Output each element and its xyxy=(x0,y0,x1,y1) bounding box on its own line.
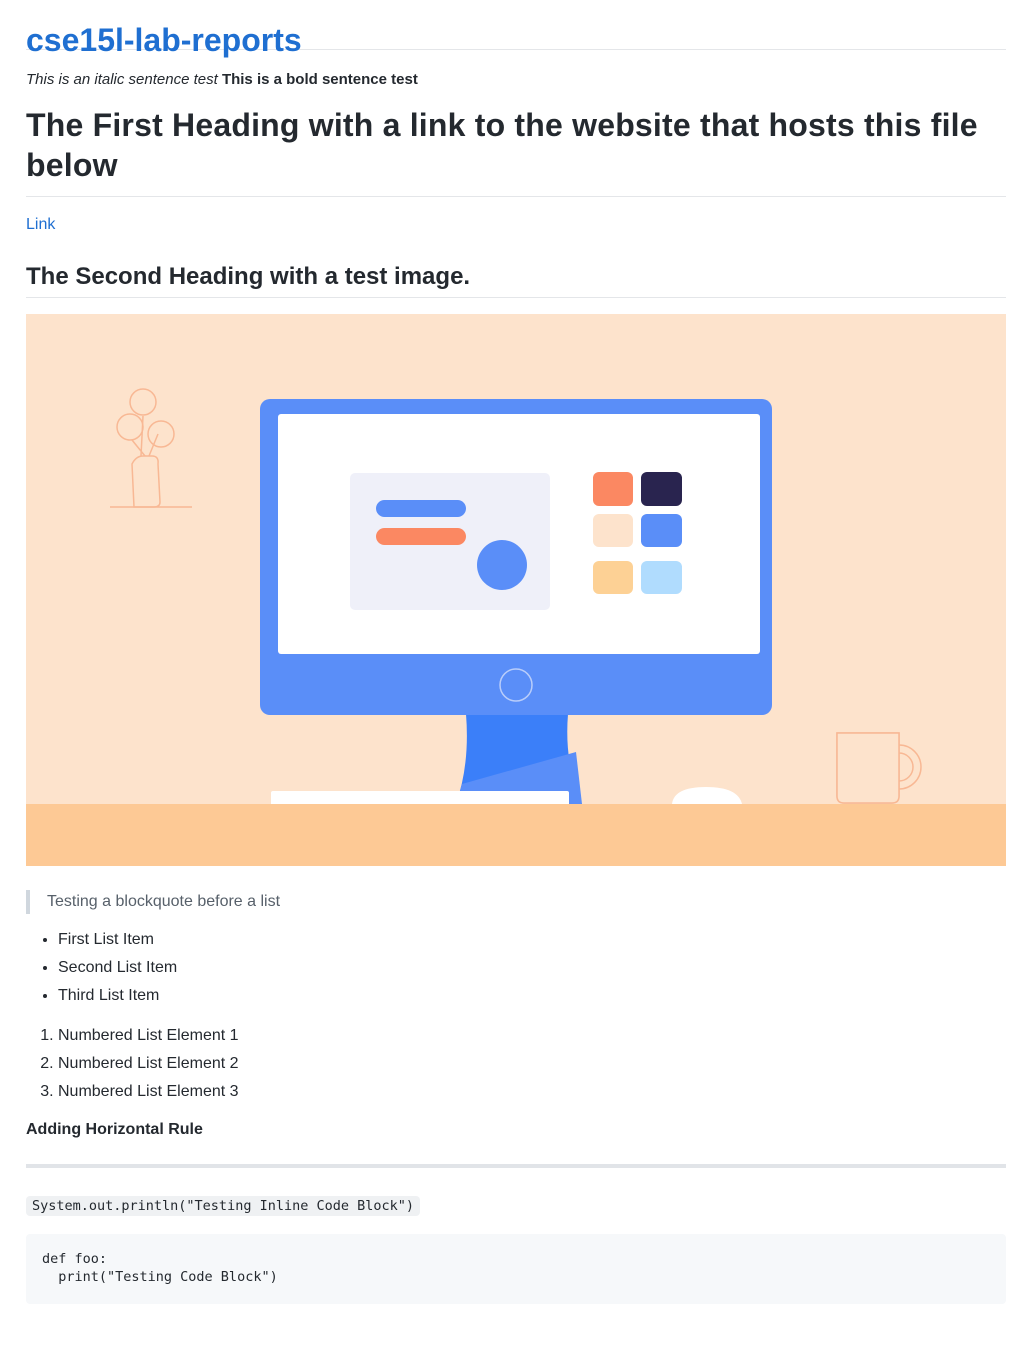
list-item: Numbered List Element 1 xyxy=(58,1022,1006,1050)
list-item: First List Item xyxy=(58,926,1006,954)
list-item: Second List Item xyxy=(58,954,1006,982)
italic-sentence: This is an italic sentence test xyxy=(26,71,218,88)
page: cse15l-lab-reports This is an italic sen… xyxy=(26,0,1006,1304)
bold-sentence: This is a bold sentence test xyxy=(221,71,418,88)
bullet-list: First List Item Second List Item Third L… xyxy=(26,926,1006,1010)
site-title-link[interactable]: cse15l-lab-reports xyxy=(26,0,1006,58)
list-item: Numbered List Element 3 xyxy=(58,1078,1006,1106)
list-item: Third List Item xyxy=(58,982,1006,1010)
horizontal-rule-caption: Adding Horizontal Rule xyxy=(26,1121,203,1138)
desk-surface xyxy=(26,804,1006,866)
code-block: def foo: print("Testing Code Block") xyxy=(26,1234,1006,1304)
inline-code: System.out.println("Testing Inline Code … xyxy=(26,1196,421,1216)
blockquote: Testing a blockquote before a list xyxy=(26,890,1006,914)
first-heading: The First Heading with a link to the web… xyxy=(26,91,1006,197)
link-paragraph: Link xyxy=(26,197,1006,237)
list-item: Numbered List Element 2 xyxy=(58,1050,1006,1078)
numbered-list: Numbered List Element 1 Numbered List El… xyxy=(26,1022,1006,1106)
hosting-site-link[interactable]: Link xyxy=(26,216,55,233)
desktop-computer-illustration xyxy=(26,314,1006,866)
inline-code-paragraph: System.out.println("Testing Inline Code … xyxy=(26,1168,1006,1216)
second-heading: The Second Heading with a test image. xyxy=(26,237,1006,298)
